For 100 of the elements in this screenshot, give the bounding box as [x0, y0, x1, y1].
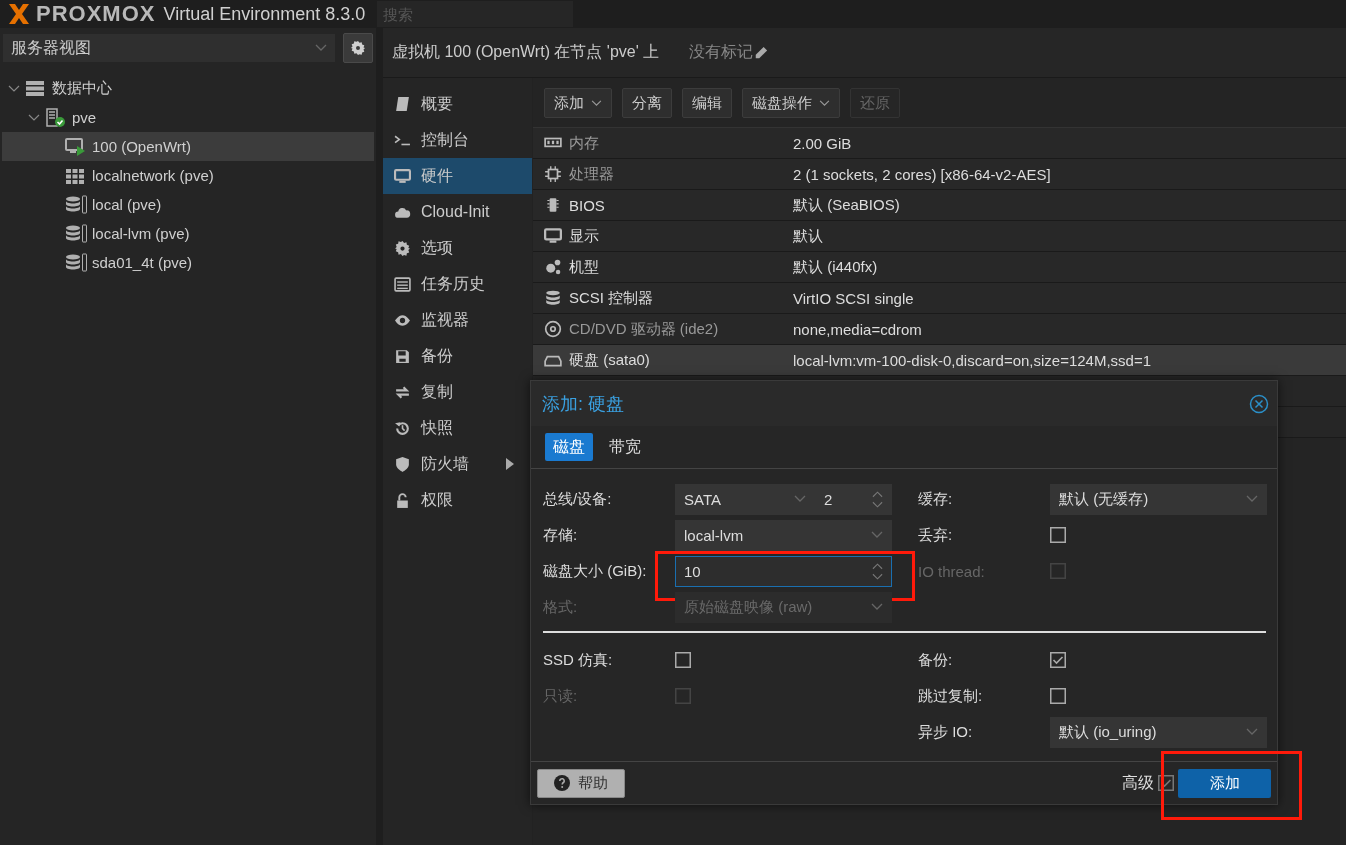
- nav-item[interactable]: 权限: [383, 482, 532, 518]
- checkbox[interactable]: [1158, 775, 1174, 791]
- help-button[interactable]: 帮助: [537, 768, 625, 798]
- table-row[interactable]: 机型 默认 (i440fx): [533, 252, 1346, 283]
- tab[interactable]: 磁盘: [545, 433, 593, 461]
- table-cell-text: CD/DVD 驱动器 (ide2): [569, 319, 720, 339]
- number-field[interactable]: 10: [675, 555, 892, 587]
- caret-icon: [871, 531, 883, 539]
- tree-item[interactable]: pve: [2, 103, 374, 132]
- add-button[interactable]: 添加: [1178, 768, 1271, 798]
- tags-link[interactable]: 没有标记: [689, 42, 754, 63]
- field-label: SSD 仿真:: [543, 650, 614, 670]
- checkbox[interactable]: [1050, 688, 1066, 704]
- toolbar-button[interactable]: 编辑: [682, 88, 732, 118]
- nav-item[interactable]: 概要: [383, 86, 532, 122]
- dropdown-button[interactable]: 磁盘操作: [742, 88, 840, 118]
- spinner-icon[interactable]: [872, 562, 883, 580]
- field-label: 缓存:: [918, 489, 954, 509]
- tab[interactable]: 带宽: [601, 433, 649, 461]
- table-cell: 默认 (SeaBIOS): [793, 195, 900, 215]
- table-row[interactable]: 硬盘 (sata0) local-lvm:vm-100-disk-0,discard=on,size=124M,ssd=1: [533, 345, 1346, 376]
- tree-item[interactable]: local-lvm (pve): [2, 219, 374, 248]
- caret-icon: [819, 99, 830, 107]
- field-label: 备份:: [918, 650, 954, 670]
- nav-item[interactable]: 任务历史: [383, 266, 532, 302]
- tree-item[interactable]: sda01_4t (pve): [2, 248, 374, 277]
- table-cell-text: BIOS: [569, 196, 606, 214]
- nav-item[interactable]: 选项: [383, 230, 532, 266]
- history-icon: [394, 419, 411, 437]
- page-title: 虚拟机 100 (OpenWrt) 在节点 'pve' 上: [392, 42, 660, 62]
- field-label: IO thread:: [918, 562, 986, 580]
- product-name: PROXMOX: [36, 1, 156, 27]
- table-cell-text: SCSI 控制器: [569, 288, 655, 308]
- table-cell: 默认 (i440fx): [793, 257, 878, 277]
- select-field[interactable]: SATA: [675, 483, 815, 515]
- settings-button[interactable]: [343, 33, 373, 63]
- field-label: 存储:: [543, 525, 579, 545]
- nav-item[interactable]: 复制: [383, 374, 532, 410]
- table-row[interactable]: CD/DVD 驱动器 (ide2) none,media=cdrom: [533, 314, 1346, 345]
- nav-item[interactable]: Cloud-Init: [383, 194, 532, 230]
- advanced-label: 高级: [1122, 772, 1154, 793]
- field-label: 异步 IO:: [918, 722, 974, 742]
- nav-item[interactable]: 监视器: [383, 302, 532, 338]
- table-row[interactable]: 处理器 2 (1 sockets, 2 cores) [x86-64-v2-AES]: [533, 159, 1346, 190]
- pencil-icon[interactable]: [754, 45, 769, 60]
- field-label: 磁盘大小 (GiB):: [543, 561, 648, 581]
- field-label: 格式:: [543, 597, 579, 617]
- product-version: Virtual Environment 8.3.0: [163, 3, 366, 25]
- caret-icon: [1246, 495, 1258, 503]
- building-icon: [44, 107, 68, 128]
- caret-icon: [794, 495, 806, 503]
- shield-icon: [394, 455, 411, 473]
- help-icon: [554, 775, 570, 791]
- logo-icon: [6, 2, 32, 26]
- tree-item[interactable]: 100 (OpenWrt): [2, 132, 374, 161]
- dropdown-button[interactable]: 添加: [544, 88, 612, 118]
- caret-icon: [315, 44, 327, 52]
- nav-item[interactable]: 快照: [383, 410, 532, 446]
- select-field[interactable]: 默认 (无缓存): [1050, 483, 1267, 515]
- field-label: 总线/设备:: [543, 489, 613, 509]
- table-row[interactable]: BIOS 默认 (SeaBIOS): [533, 190, 1346, 221]
- tree-item[interactable]: localnetwork (pve): [2, 161, 374, 190]
- field-label: 只读:: [543, 686, 579, 706]
- tree-item[interactable]: local (pve): [2, 190, 374, 219]
- nav-item[interactable]: 硬件: [383, 158, 532, 194]
- checkbox[interactable]: [675, 652, 691, 668]
- checkbox[interactable]: [1050, 652, 1066, 668]
- table-cell-text: 显示: [569, 226, 600, 246]
- view-select[interactable]: 服务器视图: [3, 34, 335, 62]
- table-cell-text: 机型: [569, 257, 600, 277]
- table-cell: 2.00 GiB: [793, 134, 852, 152]
- database-icon: [64, 223, 88, 244]
- table-row[interactable]: 显示 默认: [533, 221, 1346, 252]
- select-field[interactable]: 默认 (io_uring): [1050, 716, 1267, 748]
- table-cell: 2 (1 sockets, 2 cores) [x86-64-v2-AES]: [793, 165, 1051, 183]
- table-cell: VirtIO SCSI single: [793, 289, 914, 307]
- close-icon[interactable]: [1249, 393, 1269, 414]
- table-row[interactable]: SCSI 控制器 VirtIO SCSI single: [533, 283, 1346, 314]
- submenu-arrow-icon: [506, 458, 514, 470]
- settings-icon: [394, 239, 411, 257]
- database-icon: [64, 252, 88, 273]
- caret-icon: [1246, 728, 1258, 736]
- gear-icon: [350, 40, 366, 56]
- tree-item[interactable]: 数据中心: [2, 74, 374, 103]
- table-row[interactable]: 内存 2.00 GiB: [533, 128, 1346, 159]
- nav-item[interactable]: 控制台: [383, 122, 532, 158]
- toolbar-button[interactable]: 分离: [622, 88, 672, 118]
- nav-item[interactable]: 防火墙: [383, 446, 532, 482]
- list-icon: [394, 275, 411, 293]
- number-field[interactable]: 2: [815, 483, 892, 515]
- table-cell-text: 硬盘 (sata0): [569, 350, 651, 370]
- select-field[interactable]: local-lvm: [675, 519, 892, 551]
- table-cell-text: 内存: [569, 133, 600, 153]
- table-cell: local-lvm:vm-100-disk-0,discard=on,size=124M,ssd=1: [793, 351, 1152, 369]
- dialog-title: 添加: 硬盘: [542, 392, 624, 416]
- checkbox[interactable]: [1050, 527, 1066, 543]
- monitor-icon: [394, 167, 411, 185]
- spinner-icon[interactable]: [872, 490, 883, 508]
- nav-item[interactable]: 备份: [383, 338, 532, 374]
- field-label: 丢弃:: [918, 525, 954, 545]
